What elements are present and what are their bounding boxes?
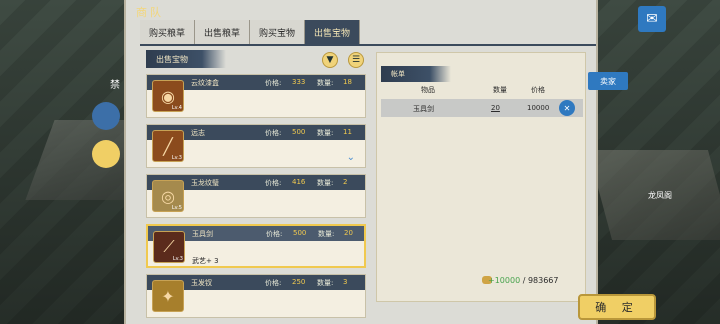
tab-sell-treasure[interactable]: 出售宝物 <box>305 20 360 44</box>
side-label-left: 禁 <box>110 80 120 91</box>
tab-bar: 购买粮草 出售粮草 购买宝物 出售宝物 <box>140 20 360 44</box>
bill-panel: 帐单 物品 数量 价格 玉具剑 20 10000 ✕ <box>376 52 586 302</box>
left-side-gold-button[interactable] <box>92 140 120 168</box>
item-price: 416 <box>292 178 306 186</box>
item-price: 250 <box>292 278 306 286</box>
filter-icon[interactable]: ▼ <box>322 52 338 68</box>
item-qty: 11 <box>343 128 352 136</box>
level-badge: Lv.3 <box>172 256 183 262</box>
tab-sell-food[interactable]: 出售粮草 <box>195 20 250 44</box>
tab-buy-treasure[interactable]: 购买宝物 <box>250 20 305 44</box>
col-price: 价格 <box>531 86 545 94</box>
price-label: 价格: <box>266 230 283 238</box>
left-section-header: 出售宝物 <box>146 50 226 68</box>
qty-label: 数量: <box>318 230 335 238</box>
side-label-right: 龙凤阁 <box>648 191 672 200</box>
jade-disc-icon: ◎ Lv.5 <box>152 180 184 212</box>
item-name: 玉龙纹璧 <box>191 179 219 187</box>
item-price: 333 <box>292 78 306 86</box>
item-card-4[interactable]: ✦ 玉发钗 价格: 250 数量: 3 <box>146 274 366 318</box>
item-card-3-selected[interactable]: ⟋ Lv.3 玉具剑 价格: 500 数量: 20 武艺+ 3 <box>146 224 366 268</box>
item-name: 云纹漆盒 <box>191 79 219 87</box>
item-name: 玉具剑 <box>192 230 213 238</box>
item-qty: 20 <box>344 229 353 237</box>
bill-header: 帐单 <box>381 66 451 82</box>
hairpin-icon: ✦ <box>152 280 184 312</box>
item-price: 500 <box>293 229 307 237</box>
qty-label: 数量: <box>317 279 334 287</box>
remove-icon[interactable]: ✕ <box>559 100 575 116</box>
item-card-2[interactable]: ◎ Lv.5 玉龙纹璧 价格: 416 数量: 2 <box>146 174 366 218</box>
price-label: 价格: <box>265 279 282 287</box>
item-qty: 3 <box>343 278 348 286</box>
left-side-blue-button[interactable] <box>92 102 120 130</box>
sword-icon: ⟋ Lv.3 <box>153 231 185 263</box>
bill-row[interactable] <box>381 99 583 117</box>
chevron-down-icon[interactable]: ⌄ <box>347 152 355 163</box>
level-badge: Lv.3 <box>171 155 182 161</box>
tab-underline <box>140 44 596 46</box>
price-label: 价格: <box>265 79 282 87</box>
col-item: 物品 <box>421 86 435 94</box>
lacquer-box-icon: ◉ Lv.4 <box>152 80 184 112</box>
item-card-1[interactable]: ╱ Lv.3 远志 价格: 500 数量: 11 ⌄ <box>146 124 366 168</box>
item-card-0[interactable]: ◉ Lv.4 云纹漆盒 价格: 333 数量: 18 <box>146 74 366 118</box>
gold-gained: +10000 <box>488 276 521 285</box>
gold-total: +10000 / 983667 <box>488 276 558 285</box>
item-price: 500 <box>292 128 306 136</box>
price-label: 价格: <box>265 179 282 187</box>
trade-panel: 商队 购买粮草 出售粮草 购买宝物 出售宝物 出售宝物 ▼ ☰ ◉ Lv.4 云… <box>124 0 598 324</box>
item-name: 远志 <box>191 129 205 137</box>
item-bonus: 武艺+ 3 <box>192 257 219 265</box>
panel-title: 商队 <box>136 6 164 19</box>
tab-buy-food[interactable]: 购买粮草 <box>140 20 195 44</box>
qty-label: 数量: <box>317 79 334 87</box>
qty-label: 数量: <box>317 179 334 187</box>
price-label: 价格: <box>265 129 282 137</box>
level-badge: Lv.4 <box>171 105 182 111</box>
level-badge: Lv.5 <box>171 205 182 211</box>
customer-button[interactable]: 卖家 <box>588 72 628 90</box>
item-qty: 18 <box>343 78 352 86</box>
item-qty: 2 <box>343 178 348 186</box>
list-icon[interactable]: ☰ <box>348 52 364 68</box>
herb-icon: ╱ Lv.3 <box>152 130 184 162</box>
gold-current: / 983667 <box>522 276 559 285</box>
bill-item-qty[interactable]: 20 <box>491 104 500 112</box>
bill-item-name: 玉具剑 <box>413 105 434 113</box>
confirm-button[interactable]: 确 定 <box>578 294 656 320</box>
qty-label: 数量: <box>317 129 334 137</box>
bill-item-price: 10000 <box>527 104 550 112</box>
col-qty: 数量 <box>493 86 507 94</box>
map-scroll-icon[interactable]: ✉ <box>638 6 666 32</box>
item-name: 玉发钗 <box>191 279 212 287</box>
